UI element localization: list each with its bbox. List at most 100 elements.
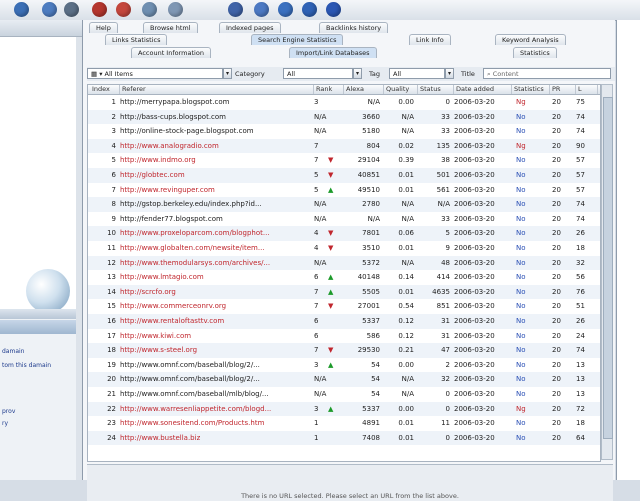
page-icon[interactable] [168,2,183,17]
no-selection-message: There is no URL selected. Please select … [241,492,459,500]
cell-pr: 20 [552,419,561,428]
tab-links-statistics[interactable]: Links Statistics [105,34,168,45]
table-row[interactable]: 5 http://www.indmo.org 7 29104 0.39 38 2006-03… [88,153,600,168]
category-label: Category [235,70,265,78]
tab-backlinks-history[interactable]: Backlinks history [319,22,389,33]
tag-select[interactable]: All [389,68,445,79]
chevron-down-icon[interactable]: ▾ [223,68,232,79]
table-row[interactable]: 15 http://www.commerceonrv.org 7 27001 0.54 8… [88,299,600,314]
cell-status: 414 [436,273,450,282]
table-row[interactable]: 9 http://fender77.blogspot.com N/A N/A N/A 33… [88,212,600,227]
column-header-date-added[interactable]: Date added [454,85,512,94]
left-panel-tree[interactable] [0,37,76,313]
chevron-down-icon[interactable]: ▾ [353,68,362,79]
record-icon[interactable] [116,2,131,17]
column-header-status[interactable]: Status [418,85,454,94]
clock-icon[interactable] [228,2,243,17]
cell-url: http://www.proxeloparcom.com/blogphot... [120,229,270,238]
table-row[interactable]: 13 http://www.lmtagio.com 6 40148 0.14 414 200… [88,270,600,285]
table-row[interactable]: 21 http://www.omnf.com/baseball/mlb/blog/… [88,387,600,402]
save-icon[interactable] [302,2,317,17]
help-icon[interactable] [326,2,341,17]
cell-alexa: 40148 [357,273,380,282]
refresh-icon[interactable] [14,2,29,17]
cell-pr: 20 [552,346,561,355]
table-row[interactable]: 12 http://www.themodularsys.com/archives/… [88,255,600,271]
main-panel: Help Browse html Indexed pages Backlinks hi… [83,20,615,501]
tab-help[interactable]: Help [89,22,118,33]
table-row[interactable]: 24 http://www.bustella.biz 1 7408 0.01 0 2006-… [88,430,600,446]
table-row[interactable]: 22 http://www.warresenliappetite.com/blog… [88,401,600,417]
column-header-alexa[interactable]: Alexa [344,85,384,94]
column-header-index[interactable]: Index [90,85,120,94]
cell-index: 3 [111,127,116,136]
search-input[interactable]: ⌕ Content [483,68,611,79]
user-icon[interactable] [42,2,57,17]
column-header-statistics[interactable]: Statistics [512,85,550,94]
tab-account-information[interactable]: Account Information [131,47,211,58]
table-row[interactable]: 20 http://www.omnf.com/baseball/blog/2/..… [88,372,600,387]
table-row[interactable]: 4 http://www.analogradio.com 7 804 0.02 135 20… [88,138,600,154]
check-icon[interactable] [278,2,293,17]
cell-quality: N/A [401,214,414,223]
stop-icon[interactable] [92,2,107,17]
globe-icon[interactable] [142,2,157,17]
table-row[interactable]: 16 http://www.rentaloftasttv.com 6 5337 0.12… [88,314,600,329]
table-row[interactable]: 6 http://globtec.com 5 40851 0.01 501 2006-03-… [88,168,600,183]
cell-rank: N/A [314,127,327,136]
table-row[interactable]: 3 http://online-stock-page.blogspot.com N/… [88,124,600,139]
tab-indexed-pages[interactable]: Indexed pages [219,22,281,33]
tab-browse-html[interactable]: Browse html [143,22,198,33]
cell-quality: 0.00 [398,360,414,369]
left-panel-item[interactable]: tom this damain [2,362,51,369]
left-panel-item[interactable]: ry [2,420,8,427]
left-panel-scrollbar[interactable] [76,37,82,480]
column-header-pr[interactable]: PR [550,85,576,94]
cell-l: 24 [576,331,585,340]
cell-l: 74 [576,200,585,209]
cell-quality: 0.00 [398,98,414,106]
cell-quality: 0.39 [398,156,414,165]
tab-import-link-databases[interactable]: Import/Link Databases [289,47,377,58]
table-row[interactable]: 14 http://scrcfo.org 7 5505 0.01 4635 2006-03-… [88,284,600,300]
tab-keyword-analysis[interactable]: Keyword Analysis [495,34,566,45]
cell-url: http://bass-cups.blogspot.com [120,112,227,121]
table-row[interactable]: 11 http://www.globalten.com/newsite/item.… [88,241,600,256]
settings-icon[interactable] [64,2,79,17]
scrollbar-thumb[interactable] [603,97,613,439]
column-header-rank[interactable]: Rank [314,85,344,94]
cell-alexa: N/A [367,214,380,223]
table-row[interactable]: 2 http://bass-cups.blogspot.com N/A 3660 N/A… [88,109,600,125]
cell-stat: No [516,112,526,121]
table-row[interactable]: 10 http://www.proxeloparcom.com/blogphot.… [88,226,600,241]
table-row[interactable]: 7 http://www.revinguper.com 5 49510 0.01 561 2… [88,183,600,198]
cell-date: 2006-03-20 [454,404,495,413]
tab-link-info[interactable]: Link Info [409,34,451,45]
cell-pr: 20 [552,244,561,252]
all-items-select[interactable]: ▦ ▾ All Items [87,68,223,79]
cell-stat: Ng [516,404,526,413]
cell-quality: 0.14 [398,273,414,282]
left-panel-item[interactable]: damain [2,348,24,355]
chevron-down-icon[interactable]: ▾ [445,68,454,79]
column-header-quality[interactable]: Quality [384,85,418,94]
table-row[interactable]: 18 http://www.s-steel.org 7 29530 0.21 47 2006… [88,343,600,358]
cell-alexa: 49510 [357,185,380,194]
cell-l: 13 [576,360,585,369]
table-row[interactable]: 19 http://www.omnf.com/baseball/blog/2/..… [88,358,600,373]
table-row[interactable]: 17 http://www.kiwi.com 6 586 0.12 31 2006-03-2… [88,329,600,344]
cell-pr: 20 [552,214,561,223]
tab-search-engine-statistics[interactable]: Search Engine Statistics [251,34,344,45]
table-row[interactable]: 8 http://gstop.berkeley.edu/index.php?id.… [88,197,600,212]
left-panel-item[interactable]: prov [2,408,15,415]
table-scrollbar[interactable] [601,84,613,460]
category-select[interactable]: All [283,68,353,79]
column-header-referer[interactable]: Referer [120,85,314,94]
table-row[interactable]: 1 http://merrypapa.blogspot.com 3 N/A 0.00 0 2… [88,95,600,110]
tab-statistics[interactable]: Statistics [513,47,557,58]
edit-icon[interactable] [254,2,269,17]
column-header-l[interactable]: L [576,85,598,94]
items-icon: ▦ ▾ [91,70,105,78]
table-row[interactable]: 23 http://www.sonesitend.com/Products.htm… [88,416,600,431]
cell-pr: 20 [552,112,561,121]
